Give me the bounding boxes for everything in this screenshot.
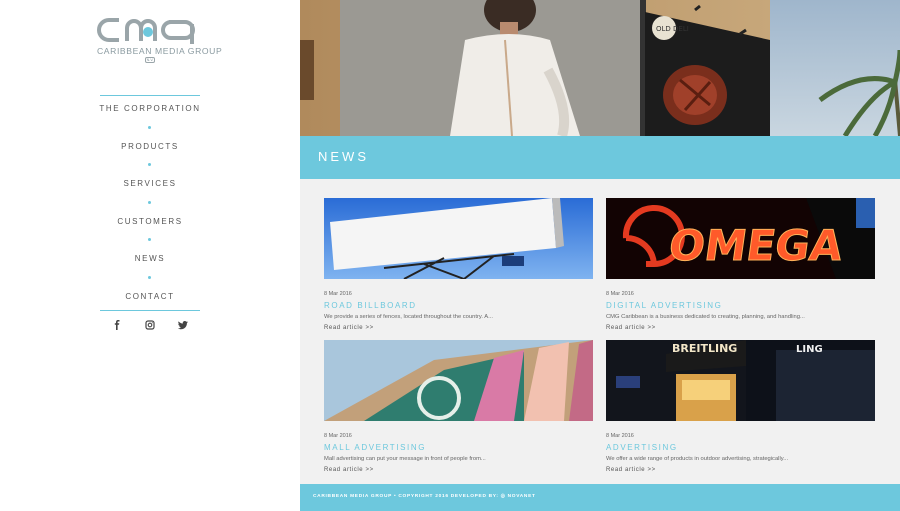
read-article-link[interactable]: Read article >> — [606, 467, 656, 473]
cmg-logo-mark — [97, 18, 195, 44]
read-article-link[interactable]: Read article >> — [606, 325, 656, 331]
section-header: NEWS — [300, 136, 900, 179]
nav-separator-dot — [148, 163, 151, 166]
news-card: 8 Mar 2016 ROAD BILLBOARD We provide a s… — [324, 198, 593, 334]
nav-item-products[interactable]: PRODUCTS — [50, 142, 250, 151]
article-thumbnail-digital-advertising[interactable]: OMEGA — [606, 198, 875, 279]
hero-banner-image: OLD DELI — [300, 0, 900, 136]
article-title[interactable]: ROAD BILLBOARD — [324, 301, 417, 310]
nav-divider-bottom — [100, 310, 200, 311]
article-date: 8 Mar 2016 — [324, 291, 352, 297]
article-excerpt: We offer a wide range of products in out… — [606, 456, 789, 462]
news-card: OMEGA 8 Mar 2016 DIGITAL ADVERTISING CMG… — [606, 198, 875, 334]
article-date: 8 Mar 2016 — [606, 433, 634, 439]
nav-item-contact[interactable]: CONTACT — [50, 292, 250, 301]
nav-separator-dot — [148, 201, 151, 204]
article-title[interactable]: MALL ADVERTISING — [324, 443, 426, 452]
article-thumbnail-advertising[interactable]: BREITLING LING — [606, 340, 875, 421]
nav-item-customers[interactable]: CUSTOMERS — [50, 217, 250, 226]
instagram-icon[interactable] — [144, 319, 156, 331]
sidebar: CARIBBEAN MEDIA GROUP N.V. THE CORPORATI… — [0, 0, 300, 511]
nav-item-news[interactable]: NEWS — [50, 254, 250, 263]
article-title[interactable]: ADVERTISING — [606, 443, 678, 452]
article-excerpt: Mall advertising can put your message in… — [324, 456, 486, 462]
nav-item-the-corporation[interactable]: THE CORPORATION — [50, 104, 250, 113]
news-grid: 8 Mar 2016 ROAD BILLBOARD We provide a s… — [300, 179, 900, 484]
nav-separator-dot — [148, 126, 151, 129]
footer: CARIBBEAN MEDIA GROUP • COPYRIGHT 2016 D… — [300, 484, 900, 511]
hero-sign-text: OLD DELI — [656, 25, 689, 33]
twitter-icon[interactable] — [177, 319, 189, 331]
digital-sign-text: OMEGA — [666, 221, 846, 270]
article-excerpt: CMG Caribbean is a business dedicated to… — [606, 314, 805, 320]
article-date: 8 Mar 2016 — [324, 433, 352, 439]
news-card: 8 Mar 2016 MALL ADVERTISING Mall adverti… — [324, 340, 593, 476]
store-sign-text-2: LING — [796, 344, 823, 355]
footer-copyright: CARIBBEAN MEDIA GROUP • COPYRIGHT 2016 D… — [313, 494, 536, 499]
section-title: NEWS — [318, 149, 369, 164]
logo[interactable]: CARIBBEAN MEDIA GROUP N.V. — [97, 16, 223, 70]
store-sign-text: BREITLING — [672, 342, 737, 355]
nav-item-services[interactable]: SERVICES — [50, 179, 250, 188]
news-card: BREITLING LING 8 Mar 2016 ADVERTISING We… — [606, 340, 875, 476]
nav-separator-dot — [148, 238, 151, 241]
article-excerpt: We provide a series of fences, located t… — [324, 314, 493, 320]
nav-separator-dot — [148, 276, 151, 279]
article-thumbnail-mall-advertising[interactable] — [324, 340, 593, 421]
article-date: 8 Mar 2016 — [606, 291, 634, 297]
brand-badge: N.V. — [145, 57, 155, 63]
nav-divider-top — [100, 95, 200, 96]
article-title[interactable]: DIGITAL ADVERTISING — [606, 301, 723, 310]
article-thumbnail-road-billboard[interactable] — [324, 198, 593, 279]
read-article-link[interactable]: Read article >> — [324, 325, 374, 331]
read-article-link[interactable]: Read article >> — [324, 467, 374, 473]
facebook-icon[interactable] — [111, 319, 123, 331]
brand-name: CARIBBEAN MEDIA GROUP — [97, 46, 223, 56]
